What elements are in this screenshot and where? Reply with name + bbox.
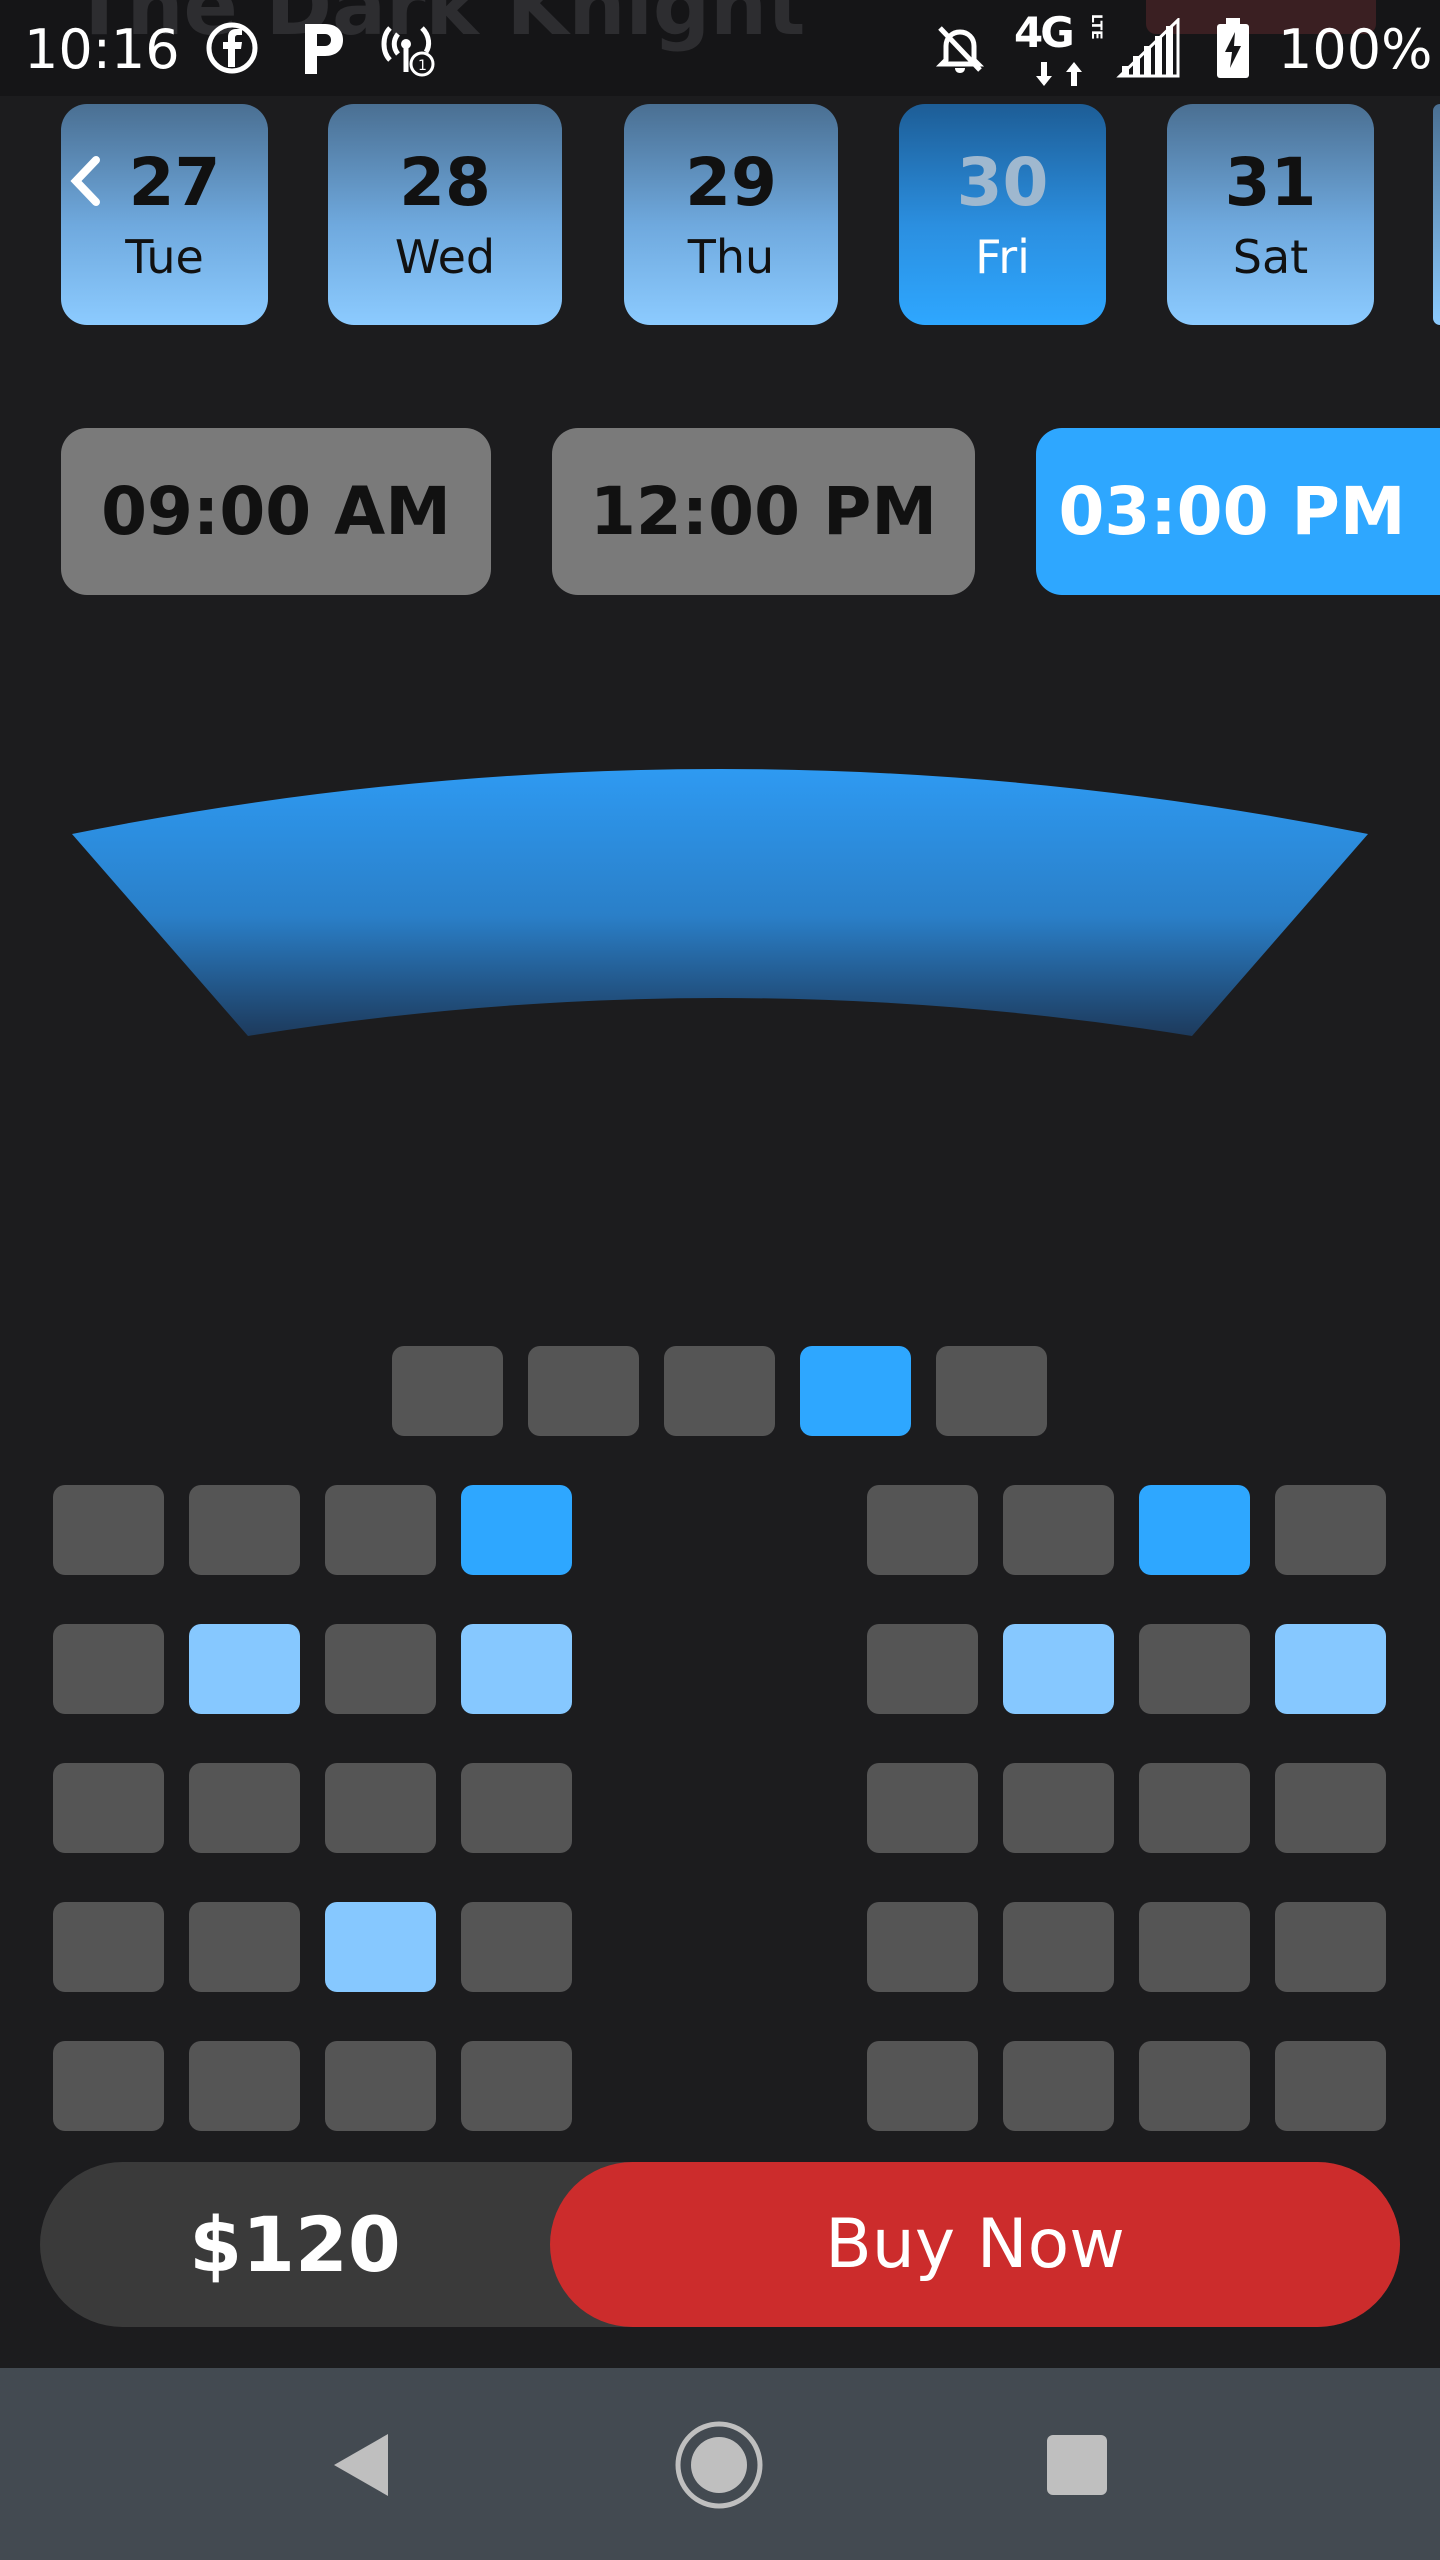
- seat-left-r5-c4[interactable]: [461, 2041, 572, 2131]
- seat-right-r3-c1[interactable]: [867, 1763, 978, 1853]
- seat-right-r1-c1[interactable]: [867, 1485, 978, 1575]
- seat-left-r4-c3[interactable]: [325, 1902, 436, 1992]
- seat-right-r2-c3[interactable]: [1139, 1624, 1250, 1714]
- battery-percent: 100%: [1278, 18, 1433, 81]
- date-weekday: Tue: [125, 230, 204, 284]
- date-card-28[interactable]: 28 Wed: [328, 104, 562, 325]
- date-number: 28: [399, 144, 491, 221]
- seat-right-r4-c1[interactable]: [867, 1902, 978, 1992]
- seat-left-r4-c4[interactable]: [461, 1902, 572, 1992]
- buy-now-button[interactable]: Buy Now: [550, 2162, 1400, 2327]
- date-card-29[interactable]: 29 Thu: [624, 104, 838, 325]
- seat-right-r3-c3[interactable]: [1139, 1763, 1250, 1853]
- seat-top-3[interactable]: [664, 1346, 775, 1436]
- app-root: The Dark Knight 10:16 1 4G LTE 100% 27 T…: [0, 0, 1440, 2560]
- home-icon[interactable]: [674, 2420, 764, 2510]
- seat-right-r2-c4[interactable]: [1275, 1624, 1386, 1714]
- time-option-0900[interactable]: 09:00 AM: [61, 428, 491, 595]
- date-weekday: Thu: [687, 230, 775, 284]
- date-weekday: Fri: [975, 230, 1030, 284]
- seat-right-r2-c2[interactable]: [1003, 1624, 1114, 1714]
- chevron-left-icon[interactable]: [66, 156, 106, 206]
- seat-right-r1-c4[interactable]: [1275, 1485, 1386, 1575]
- date-card-30[interactable]: 30 Fri: [899, 104, 1106, 325]
- date-card-27[interactable]: 27 Tue: [61, 104, 268, 325]
- recents-icon[interactable]: [1032, 2420, 1122, 2510]
- seat-top-1[interactable]: [392, 1346, 503, 1436]
- network-type: 4G: [1014, 8, 1075, 57]
- seat-top-4[interactable]: [800, 1346, 911, 1436]
- parking-icon: [290, 16, 354, 80]
- time-option-1500[interactable]: 03:00 PM: [1036, 428, 1440, 595]
- seat-left-r5-c2[interactable]: [189, 2041, 300, 2131]
- bell-off-icon: [928, 16, 992, 80]
- seat-left-r2-c4[interactable]: [461, 1624, 572, 1714]
- seat-right-r5-c4[interactable]: [1275, 2041, 1386, 2131]
- seat-right-r3-c2[interactable]: [1003, 1763, 1114, 1853]
- seat-left-r1-c1[interactable]: [53, 1485, 164, 1575]
- total-price: $120: [189, 2200, 401, 2289]
- seat-right-r3-c4[interactable]: [1275, 1763, 1386, 1853]
- seat-left-r5-c1[interactable]: [53, 2041, 164, 2131]
- seat-left-r2-c1[interactable]: [53, 1624, 164, 1714]
- date-card-next[interactable]: [1433, 104, 1440, 325]
- date-number: 29: [685, 144, 777, 221]
- date-weekday: Wed: [394, 230, 496, 284]
- seat-left-r2-c2[interactable]: [189, 1624, 300, 1714]
- date-weekday: Sat: [1232, 230, 1309, 284]
- network-arrows-icon: 4G LTE: [1012, 8, 1104, 88]
- seat-right-r5-c3[interactable]: [1139, 2041, 1250, 2131]
- signal-icon: [1114, 16, 1184, 80]
- network-subtype: LTE: [1088, 14, 1104, 40]
- battery-charging-icon: [1208, 16, 1258, 80]
- seat-right-r5-c1[interactable]: [867, 2041, 978, 2131]
- cinema-screen: [72, 769, 1368, 1036]
- seat-right-r4-c4[interactable]: [1275, 1902, 1386, 1992]
- seat-left-r4-c2[interactable]: [189, 1902, 300, 1992]
- seat-left-r3-c3[interactable]: [325, 1763, 436, 1853]
- seat-top-2[interactable]: [528, 1346, 639, 1436]
- seat-left-r2-c3[interactable]: [325, 1624, 436, 1714]
- svg-text:1: 1: [418, 58, 427, 74]
- hotspot-icon: 1: [376, 16, 440, 80]
- seat-right-r1-c2[interactable]: [1003, 1485, 1114, 1575]
- seat-left-r3-c2[interactable]: [189, 1763, 300, 1853]
- seat-left-r4-c1[interactable]: [53, 1902, 164, 1992]
- seat-right-r5-c2[interactable]: [1003, 2041, 1114, 2131]
- seat-left-r1-c3[interactable]: [325, 1485, 436, 1575]
- seat-right-r1-c3[interactable]: [1139, 1485, 1250, 1575]
- seat-left-r5-c3[interactable]: [325, 2041, 436, 2131]
- seat-left-r3-c4[interactable]: [461, 1763, 572, 1853]
- time-option-1200[interactable]: 12:00 PM: [552, 428, 975, 595]
- seat-left-r1-c4[interactable]: [461, 1485, 572, 1575]
- back-icon[interactable]: [316, 2420, 406, 2510]
- seat-left-r1-c2[interactable]: [189, 1485, 300, 1575]
- date-number: 30: [956, 144, 1049, 221]
- seat-right-r2-c1[interactable]: [867, 1624, 978, 1714]
- date-card-31[interactable]: 31 Sat: [1167, 104, 1374, 325]
- seat-top-5[interactable]: [936, 1346, 1047, 1436]
- seat-left-r3-c1[interactable]: [53, 1763, 164, 1853]
- seat-right-r4-c2[interactable]: [1003, 1902, 1114, 1992]
- status-time: 10:16: [24, 18, 180, 81]
- date-number: 31: [1224, 144, 1317, 221]
- seat-right-r4-c3[interactable]: [1139, 1902, 1250, 1992]
- facebook-icon: [200, 16, 264, 80]
- status-bar: The Dark Knight 10:16 1 4G LTE 100%: [0, 0, 1440, 96]
